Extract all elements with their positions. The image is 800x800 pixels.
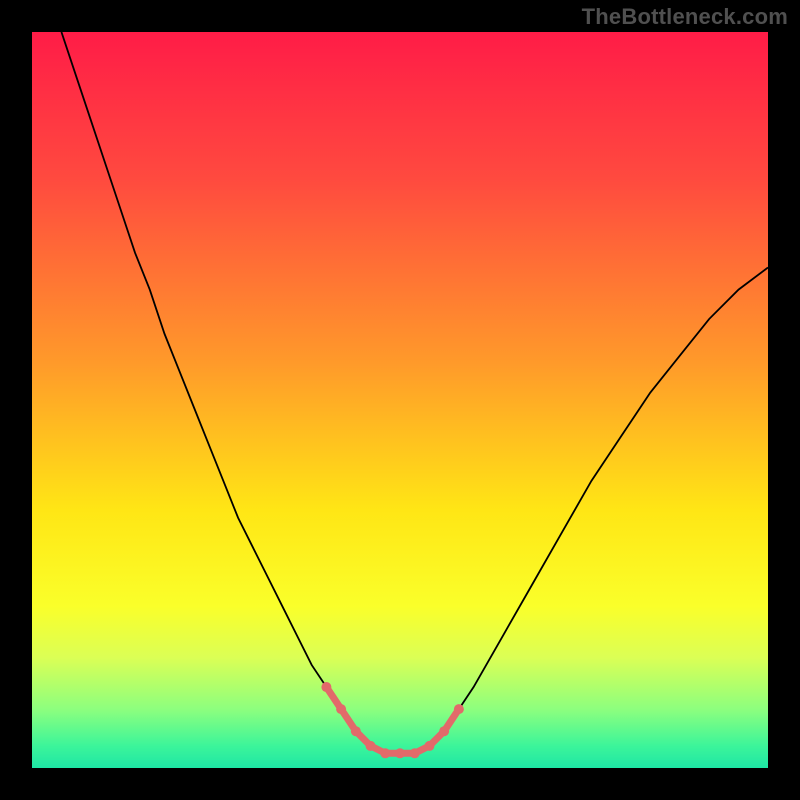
- marker-dot: [410, 748, 420, 758]
- marker-dot: [336, 704, 346, 714]
- marker-dot: [424, 741, 434, 751]
- marker-dot: [439, 726, 449, 736]
- marker-dot: [366, 741, 376, 751]
- marker-dot: [380, 748, 390, 758]
- watermark-text: TheBottleneck.com: [582, 4, 788, 30]
- chart-stage: TheBottleneck.com: [0, 0, 800, 800]
- chart-svg: [32, 32, 768, 768]
- marker-dot: [454, 704, 464, 714]
- marker-dot: [321, 682, 331, 692]
- marker-dot: [395, 748, 405, 758]
- marker-dot: [351, 726, 361, 736]
- chart-background: [32, 32, 768, 768]
